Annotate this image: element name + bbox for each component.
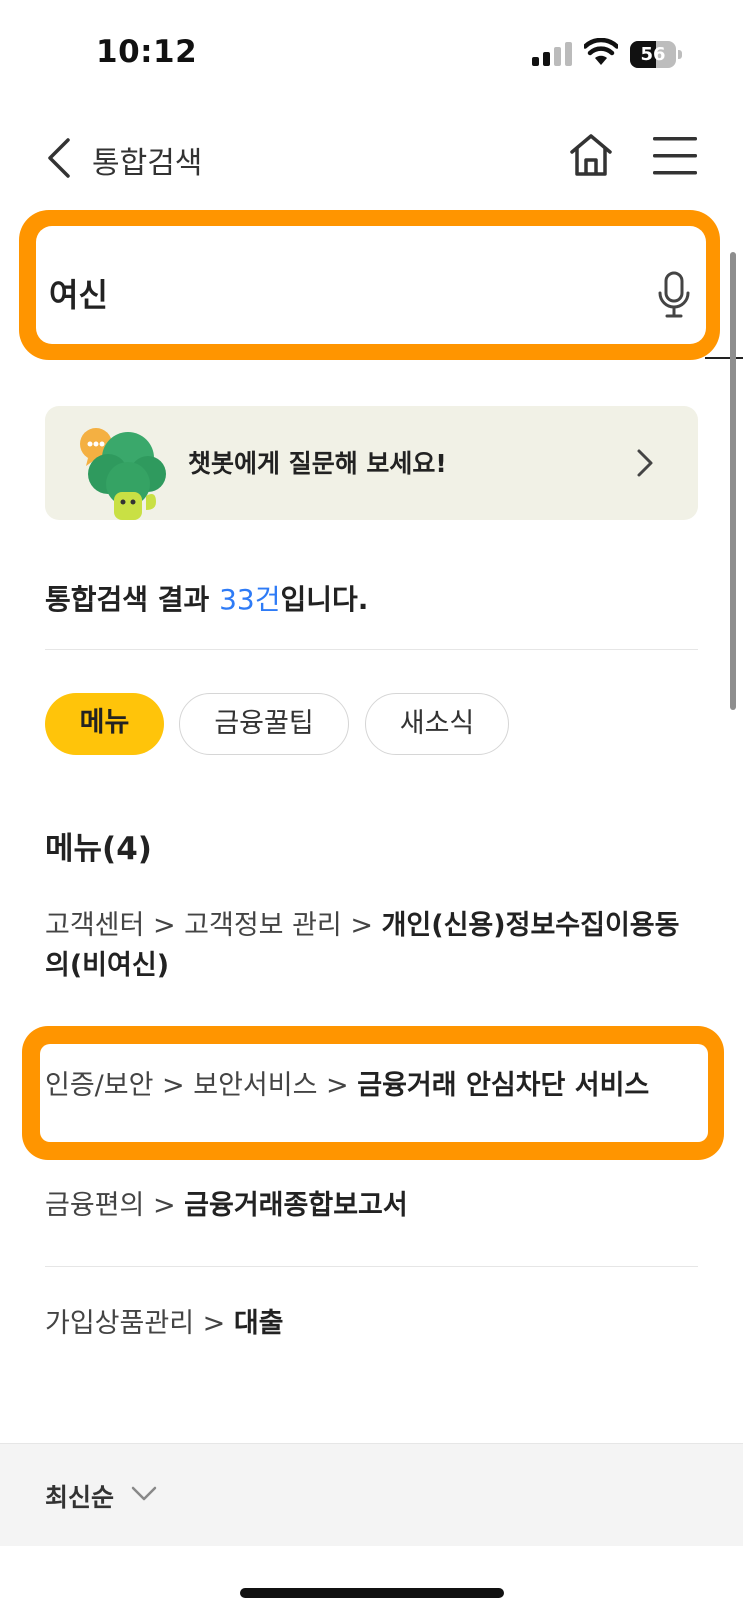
chevron-down-icon[interactable] [130, 1484, 158, 1504]
chatbot-prompt-text[interactable]: 챗봇에게 질문해 보세요! [188, 444, 447, 480]
menu-result-name: 금융거래종합보고서 [184, 1190, 408, 1221]
menu-result-name: 금융거래 안심차단 서비스 [357, 1070, 650, 1101]
menu-result-item[interactable]: 금융편의 > 금융거래종합보고서 [45, 1186, 408, 1226]
scrollbar[interactable] [730, 252, 736, 710]
battery-percent: 56 [640, 44, 666, 65]
battery-icon: 56 [630, 41, 682, 68]
result-summary-suffix: 입니다. [280, 583, 369, 616]
menu-result-name-cont: 의(비 [45, 950, 108, 981]
menu-result-path: 가입상품관리 > [45, 1308, 234, 1339]
result-summary: 통합검색 결과 33건입니다. [45, 578, 368, 618]
cellular-signal-icon [532, 42, 572, 66]
result-summary-prefix: 통합검색 결과 [45, 583, 220, 616]
tab-news[interactable]: 새소식 [365, 693, 509, 755]
home-icon[interactable] [568, 132, 614, 178]
tab-menu[interactable]: 메뉴 [45, 693, 164, 755]
microphone-icon[interactable] [657, 271, 691, 319]
status-time: 10:12 [96, 34, 198, 70]
divider [45, 649, 698, 650]
menu-result-item[interactable]: 고객센터 > 고객정보 관리 > 개인(신용)정보수집이용동 의(비여신) [45, 906, 705, 986]
menu-result-path: 금융편의 > [45, 1190, 185, 1221]
search-term-highlight: 여신 [107, 950, 157, 981]
chatbot-mascot-icon [80, 428, 166, 520]
menu-result-path: 인증/보안 > 보안서비스 > [45, 1070, 358, 1101]
home-indicator[interactable] [240, 1588, 504, 1598]
menu-result-path: 고객센터 > 고객정보 관리 > [45, 910, 382, 941]
menu-result-name: 대출 [233, 1308, 284, 1339]
hamburger-menu-icon[interactable] [653, 136, 697, 176]
menu-result-name-end: ) [156, 950, 170, 981]
menu-section-title: 메뉴(4) [45, 831, 152, 867]
search-input-value[interactable]: 여신 [49, 270, 108, 316]
tab-finance-tips[interactable]: 금융꿀팁 [179, 693, 349, 755]
menu-result-name: 개인(신용)정보수집이용동 [381, 910, 680, 941]
search-input[interactable] [36, 226, 706, 344]
back-arrow-icon[interactable] [44, 136, 74, 180]
result-count: 33건 [219, 583, 281, 616]
divider [45, 1266, 698, 1267]
page-title: 통합검색 [92, 146, 203, 181]
chevron-right-icon[interactable] [636, 448, 654, 478]
menu-result-item[interactable]: 인증/보안 > 보안서비스 > 금융거래 안심차단 서비스 [45, 1066, 649, 1106]
menu-result-item[interactable]: 가입상품관리 > 대출 [45, 1304, 284, 1344]
scroll-edge-line [705, 357, 743, 359]
wifi-icon [584, 38, 618, 65]
sort-dropdown[interactable]: 최신순 [45, 1478, 114, 1514]
